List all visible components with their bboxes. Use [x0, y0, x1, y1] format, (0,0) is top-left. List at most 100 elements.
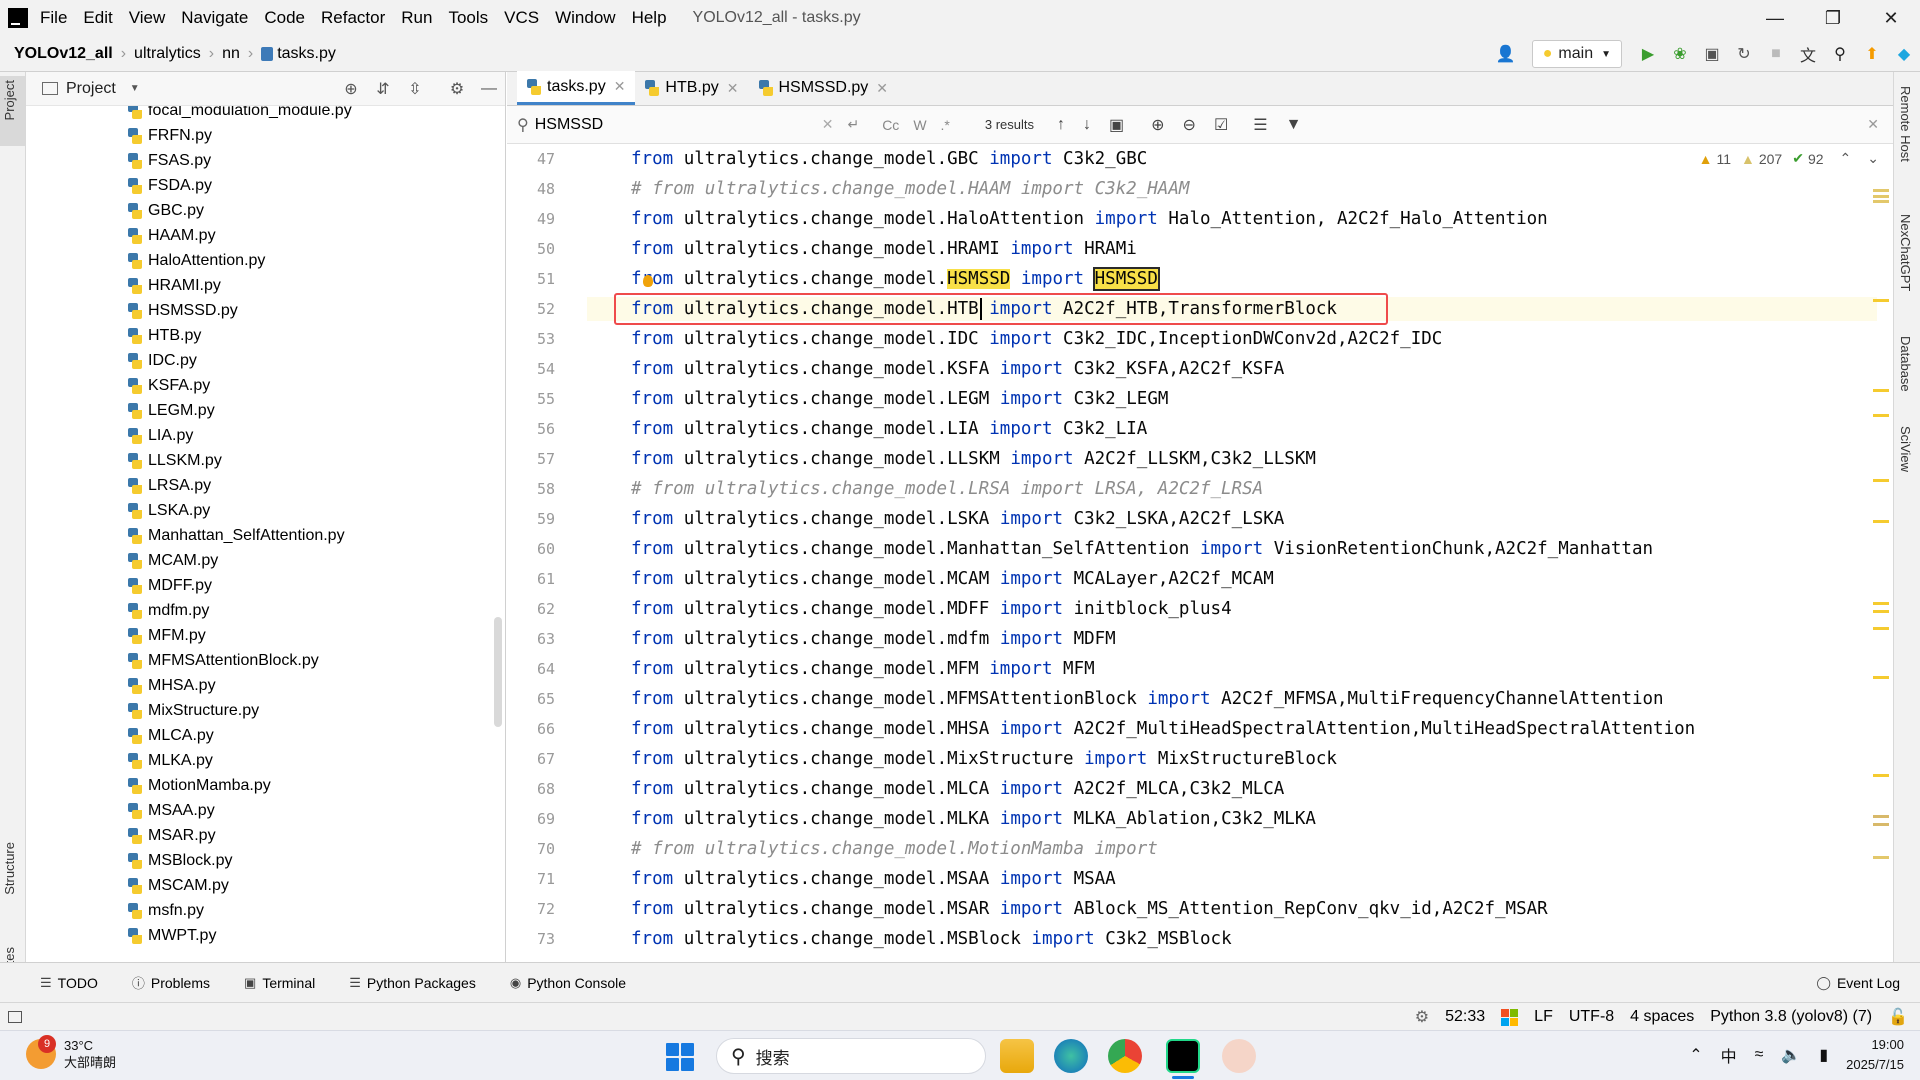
pycharm-taskbar-icon[interactable] [1166, 1039, 1200, 1073]
error-stripe-mark[interactable] [1873, 855, 1889, 859]
maximize-button[interactable]: ❐ [1808, 0, 1858, 36]
tree-file-item[interactable]: Manhattan_SelfAttention.py [128, 523, 345, 548]
code-line[interactable]: from ultralytics.change_model.LIA import… [631, 417, 1147, 441]
clear-icon[interactable]: ✕ [822, 116, 834, 133]
code-line[interactable]: from ultralytics.change_model.Manhattan_… [631, 537, 1653, 561]
error-stripe-mark[interactable] [1873, 479, 1889, 483]
tree-file-item[interactable]: LLSKM.py [128, 448, 222, 473]
error-stripe-mark[interactable] [1873, 602, 1889, 606]
regex-toggle[interactable]: .* [941, 117, 950, 133]
tree-file-item[interactable]: LSKA.py [128, 498, 210, 523]
error-stripe-mark[interactable] [1873, 188, 1889, 192]
windows-start-button[interactable] [666, 1043, 694, 1071]
tree-file-item[interactable]: HTB.py [128, 323, 201, 348]
tree-file-item[interactable]: KSFA.py [128, 373, 210, 398]
code-line[interactable]: from ultralytics.change_model.HSMSSD imp… [631, 267, 1160, 291]
search-icon[interactable]: ⚲ [1824, 38, 1856, 70]
volume-icon[interactable]: 🔈 [1781, 1045, 1801, 1065]
stop-icon[interactable]: ■ [1760, 38, 1792, 70]
code-line[interactable]: from ultralytics.change_model.MDFF impor… [631, 597, 1232, 621]
code-line[interactable]: # from ultralytics.change_model.LRSA imp… [631, 477, 1263, 501]
tree-file-item[interactable]: LRSA.py [128, 473, 211, 498]
tree-file-item[interactable]: LEGM.py [128, 398, 215, 423]
layout-icon[interactable] [8, 1010, 22, 1023]
locate-icon[interactable]: ⊕ [340, 78, 362, 100]
collapse-all-icon[interactable]: ⇳ [404, 78, 426, 100]
code-line[interactable]: from ultralytics.change_model.MFMSAttent… [631, 687, 1664, 711]
tab-python-console[interactable]: ◉ Python Console [510, 975, 626, 991]
code-line[interactable]: from ultralytics.change_model.LSKA impor… [631, 507, 1284, 531]
python-interpreter[interactable]: Python 3.8 (yolov8) (7) [1710, 1008, 1872, 1026]
event-log-button[interactable]: ◯ Event Log [1816, 975, 1900, 991]
profile-icon[interactable]: ↻ [1728, 38, 1760, 70]
tree-file-item[interactable]: FRFN.py [128, 123, 212, 148]
remove-occurrence-icon[interactable]: ⊖ [1183, 115, 1196, 135]
tree-file-item[interactable]: mdfm.py [128, 598, 209, 623]
menu-vcs[interactable]: VCS [504, 8, 539, 28]
code-line[interactable]: from ultralytics.change_model.mdfm impor… [631, 627, 1116, 651]
close-icon[interactable]: ✕ [727, 80, 739, 97]
code-line[interactable]: from ultralytics.change_model.MCAM impor… [631, 567, 1274, 591]
tree-file-item[interactable]: MWPT.py [128, 923, 216, 948]
breadcrumb-project[interactable]: YOLOv12_all [14, 45, 113, 63]
project-title[interactable]: Project [66, 80, 116, 98]
tab-todo[interactable]: ☰ TODO [40, 975, 98, 991]
filter-options-icon[interactable]: ☰ [1253, 115, 1267, 135]
find-input[interactable] [534, 115, 815, 134]
chrome-icon[interactable] [1108, 1039, 1142, 1073]
code-line[interactable]: from ultralytics.change_model.MSAR impor… [631, 897, 1548, 921]
tree-file-item[interactable]: MSAR.py [128, 823, 216, 848]
inspection-widget[interactable]: ▲ 11 ▲ 207 ✔ 92 ⌃ ⌄ [1699, 150, 1879, 167]
tab-structure[interactable]: Structure [2, 842, 17, 895]
sync-icon[interactable]: ⚙ [1415, 1007, 1429, 1027]
code-area[interactable]: 47 48 49 50 51 52 53 54 55 56 57 58 59 60 61 62 63 64 65 66… [507, 144, 1893, 962]
code-line[interactable]: from ultralytics.change_model.MixStructu… [631, 747, 1337, 771]
tab-problems[interactable]: ⓘ Problems [132, 973, 210, 992]
tree-file-item[interactable]: LIA.py [128, 423, 193, 448]
code-line[interactable]: from ultralytics.change_model.KSFA impor… [631, 357, 1284, 381]
expand-all-icon[interactable]: ⇵ [372, 78, 394, 100]
tree-file-item[interactable]: MFMSAttentionBlock.py [128, 648, 319, 673]
code-line[interactable]: from ultralytics.change_model.LEGM impor… [631, 387, 1168, 411]
chevron-up-icon[interactable]: ⌃ [1840, 150, 1852, 167]
match-case-toggle[interactable]: Cc [882, 117, 899, 133]
lightbulb-icon[interactable] [643, 275, 653, 287]
tab-project[interactable]: Project [2, 80, 17, 120]
update-icon[interactable]: ⬆ [1856, 38, 1888, 70]
code-line[interactable]: from ultralytics.change_model.MSAA impor… [631, 867, 1116, 891]
select-occurrences-icon[interactable]: ☑ [1214, 115, 1228, 135]
tree-file-item[interactable]: focal_modulation_module.py [128, 106, 352, 123]
minimize-button[interactable]: — [1750, 0, 1800, 36]
tree-file-item[interactable]: FSAS.py [128, 148, 211, 173]
error-stripe-mark[interactable] [1873, 199, 1889, 203]
tree-file-item[interactable]: MSAA.py [128, 798, 215, 823]
tree-file-item[interactable]: IDC.py [128, 348, 197, 373]
menu-edit[interactable]: Edit [83, 8, 112, 28]
error-stripe-mark[interactable] [1873, 299, 1889, 303]
code-line[interactable]: from ultralytics.change_model.IDC import… [631, 327, 1442, 351]
coverage-icon[interactable]: ▣ [1696, 38, 1728, 70]
tab-nexchatgpt[interactable]: NexChatGPT [1898, 214, 1913, 291]
indent-setting[interactable]: 4 spaces [1630, 1008, 1694, 1026]
tab-tasks[interactable]: tasks.py ✕ [517, 71, 636, 105]
tree-file-item[interactable]: MDFF.py [128, 573, 212, 598]
error-stripe-mark[interactable] [1873, 389, 1889, 393]
error-stripe-mark[interactable] [1873, 413, 1889, 417]
lock-icon[interactable]: 🔓 [1888, 1007, 1908, 1027]
tree-file-item[interactable]: MCAM.py [128, 548, 218, 573]
code-line[interactable]: # from ultralytics.change_model.HAAM imp… [631, 177, 1189, 201]
error-stripe-mark[interactable] [1873, 814, 1889, 818]
menu-window[interactable]: Window [555, 8, 615, 28]
weather-widget[interactable]: 9 33°C 大部晴朗 [26, 1035, 116, 1071]
breadcrumb-file[interactable]: tasks.py [277, 45, 336, 63]
menu-navigate[interactable]: Navigate [181, 8, 248, 28]
close-icon[interactable]: ✕ [876, 80, 888, 97]
whole-words-toggle[interactable]: W [913, 117, 926, 133]
chevron-up-icon[interactable]: ⌃ [1689, 1045, 1702, 1065]
tab-hsmssd[interactable]: HSMSSD.py ✕ [749, 71, 899, 105]
close-button[interactable]: ✕ [1866, 0, 1916, 36]
code-line[interactable]: # from ultralytics.change_model.MotionMa… [631, 837, 1158, 861]
filter-icon[interactable]: ▼ [1286, 116, 1302, 134]
select-all-icon[interactable]: ▣ [1109, 115, 1124, 135]
code-line[interactable]: from ultralytics.change_model.LLSKM impo… [631, 447, 1316, 471]
